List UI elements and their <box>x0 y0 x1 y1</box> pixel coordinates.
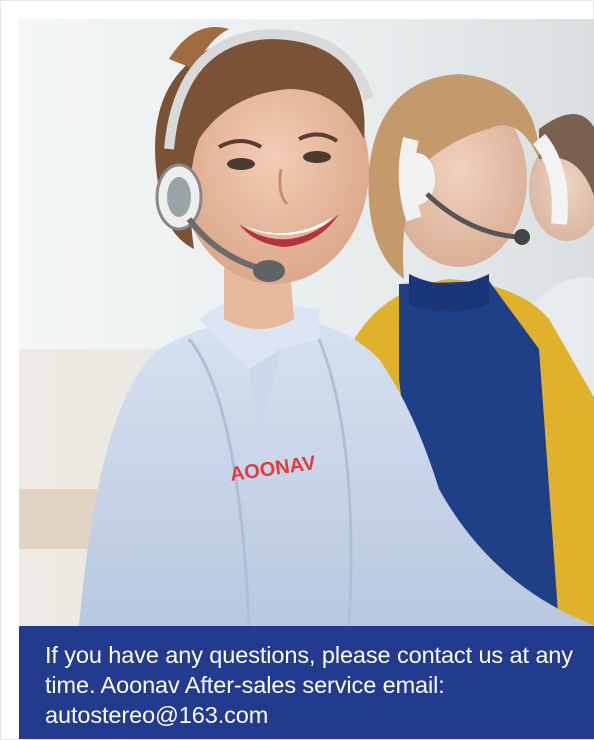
photo-illustration: AOONAV <box>19 19 594 626</box>
ad-card: AOONAV If you have any questions, please… <box>0 0 594 740</box>
contact-caption-banner: If you have any questions, please contac… <box>19 626 594 739</box>
support-agents-photo: AOONAV <box>19 19 594 626</box>
contact-message: If you have any questions, please contac… <box>45 642 573 728</box>
